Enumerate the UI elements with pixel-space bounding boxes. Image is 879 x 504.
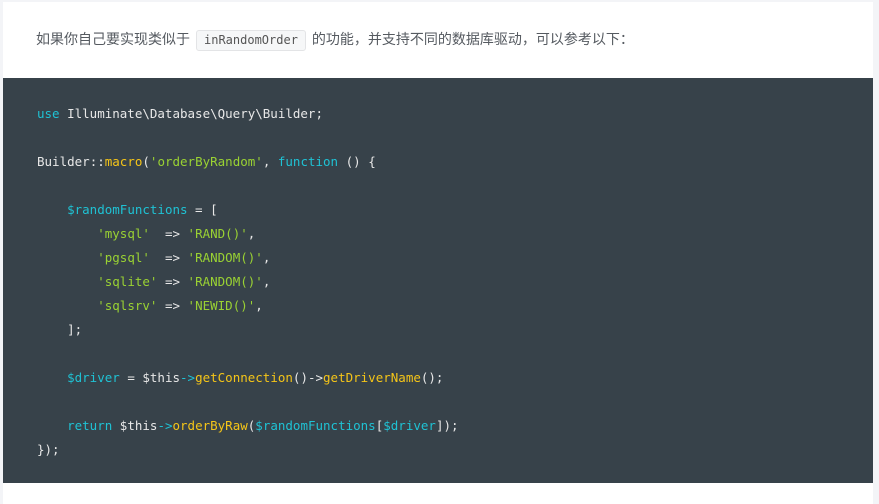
code-line: 'sqlite' => 'RANDOM()', [97,274,271,289]
code-block[interactable]: use Illuminate\Database\Query\Builder; B… [3,78,873,483]
code-line: 'mysql' => 'RAND()', [97,226,256,241]
code-line: $randomFunctions = [ [67,202,218,217]
code-line: Builder::macro('orderByRandom', function… [37,154,376,169]
intro-text-before: 如果你自己要实现类似于 [36,32,190,48]
code-line: use Illuminate\Database\Query\Builder; [37,106,323,121]
code-content[interactable]: use Illuminate\Database\Query\Builder; B… [37,102,459,462]
inline-code-inrandomorder: inRandomOrder [196,30,306,51]
code-line: 'sqlsrv' => 'NEWID()', [97,298,263,313]
article-card: 如果你自己要实现类似于 inRandomOrder 的功能，并支持不同的数据库驱动，… [3,2,873,504]
code-line: $driver = $this->getConnection()->getDri… [67,370,444,385]
intro-text-after: 的功能，并支持不同的数据库驱动，可以参考以下： [311,32,634,48]
code-line: return $this->orderByRaw($randomFunction… [67,418,459,433]
code-line: 'pgsql' => 'RANDOM()', [97,250,271,265]
code-line: ]; [37,322,83,337]
code-line: }); [37,442,60,457]
intro-paragraph: 如果你自己要实现类似于 inRandomOrder 的功能，并支持不同的数据库驱动，… [36,29,634,51]
